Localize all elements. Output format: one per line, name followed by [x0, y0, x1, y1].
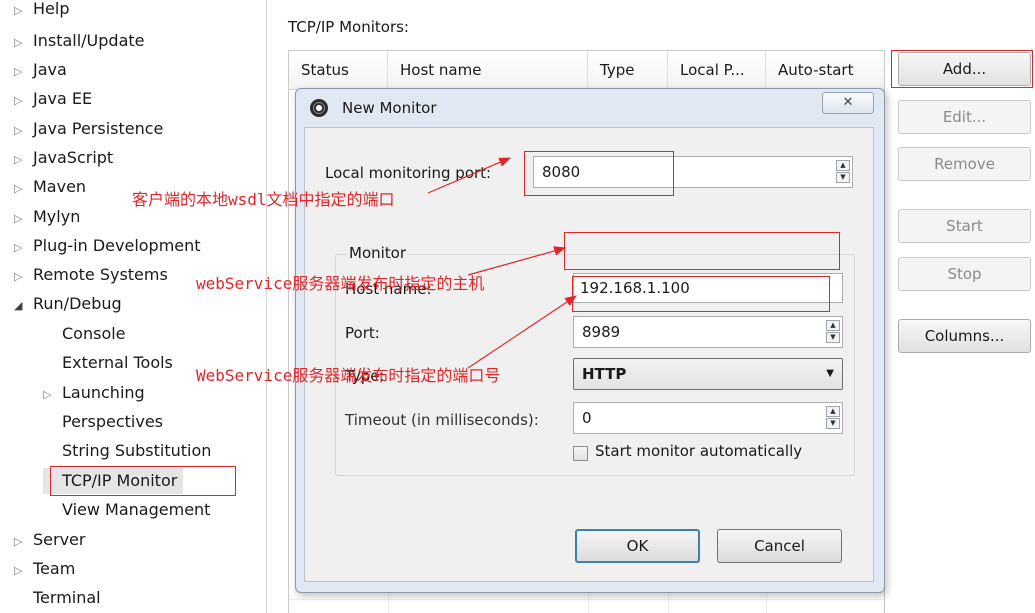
- annotation-arrows: [427, 157, 577, 369]
- annotation-arrow-local-port: [427, 157, 512, 194]
- annotation-host: webService服务器端发布时指定的主机: [196, 274, 485, 293]
- annotation-local-port: 客户端的本地wsdl文档中指定的端口: [132, 190, 395, 209]
- annotation-arrow-port: [467, 295, 577, 369]
- annotation-port: WebService服务器端发布时指定的端口号: [196, 366, 501, 385]
